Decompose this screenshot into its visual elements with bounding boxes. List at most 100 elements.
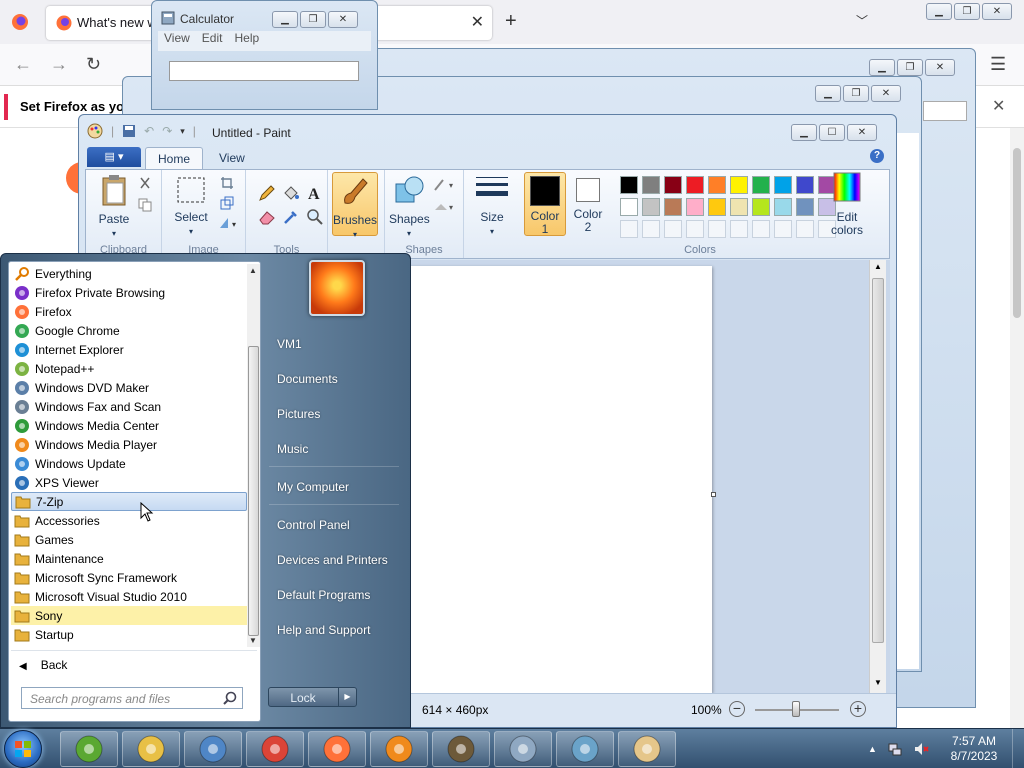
zoom-slider-knob[interactable] xyxy=(792,701,800,717)
taskbar-button[interactable] xyxy=(60,731,118,767)
edit-colors-button[interactable]: Edit colors xyxy=(824,172,870,237)
back-button[interactable]: ◀ Back xyxy=(19,658,67,672)
color-swatch[interactable] xyxy=(642,176,660,194)
custom-color-slot[interactable] xyxy=(752,220,770,238)
taskbar-button[interactable] xyxy=(122,731,180,767)
outline-icon[interactable]: ▾ xyxy=(433,178,459,192)
minimize-icon[interactable]: ▁ xyxy=(926,3,952,20)
color-swatch[interactable] xyxy=(686,176,704,194)
fill-icon[interactable]: ▾ xyxy=(433,200,459,214)
cut-icon[interactable] xyxy=(138,176,152,190)
program-item[interactable]: Windows Update xyxy=(11,454,247,473)
custom-color-slot[interactable] xyxy=(642,220,660,238)
color-swatch[interactable] xyxy=(620,198,638,216)
zoom-out-icon[interactable]: − xyxy=(729,701,745,717)
tab-view[interactable]: View xyxy=(207,147,257,169)
program-item[interactable]: Microsoft Sync Framework xyxy=(11,568,247,587)
canvas-resize-handle[interactable] xyxy=(711,492,716,497)
menu-view[interactable]: View xyxy=(164,31,190,51)
clock[interactable]: 7:57 AM 8/7/2023 xyxy=(944,734,1004,764)
program-item[interactable]: Accessories xyxy=(11,511,247,530)
color-swatch[interactable] xyxy=(708,198,726,216)
copy-icon[interactable] xyxy=(138,198,152,212)
customize-qat-icon[interactable]: ▾ xyxy=(180,126,185,137)
restore-icon[interactable]: ❐ xyxy=(897,59,923,76)
color-swatch[interactable] xyxy=(796,198,814,216)
close-icon[interactable]: ✕ xyxy=(982,3,1012,20)
program-item[interactable]: Google Chrome xyxy=(11,321,247,340)
firefox-menu-icon[interactable] xyxy=(11,13,29,31)
custom-color-slot[interactable] xyxy=(686,220,704,238)
close-icon[interactable]: ✕ xyxy=(871,85,901,102)
program-item[interactable]: Firefox Private Browsing xyxy=(11,283,247,302)
lock-button[interactable]: Lock ▶ xyxy=(268,687,357,707)
color-swatch[interactable] xyxy=(752,198,770,216)
start-right-item[interactable]: Control Panel xyxy=(277,518,350,532)
program-item[interactable]: XPS Viewer xyxy=(11,473,247,492)
restore-icon[interactable]: ❐ xyxy=(843,85,869,102)
color-swatch[interactable] xyxy=(664,198,682,216)
text-tool-icon[interactable]: A xyxy=(306,184,324,202)
program-item[interactable]: Windows Media Player xyxy=(11,435,247,454)
color-swatch[interactable] xyxy=(686,198,704,216)
maximize-icon[interactable]: ☐ xyxy=(819,124,845,141)
fill-bucket-icon[interactable] xyxy=(282,184,300,202)
minimize-icon[interactable]: ▁ xyxy=(272,11,298,28)
color-picker-icon[interactable] xyxy=(282,208,300,226)
taskbar-button[interactable] xyxy=(246,731,304,767)
canvas-scroll-thumb[interactable] xyxy=(872,278,884,643)
search-input[interactable]: Search programs and files xyxy=(21,687,243,709)
program-item[interactable]: Windows DVD Maker xyxy=(11,378,247,397)
color1-button[interactable]: Color 1 xyxy=(524,172,566,236)
taskbar-button[interactable] xyxy=(432,731,490,767)
save-icon[interactable] xyxy=(122,124,136,138)
taskbar-button[interactable] xyxy=(184,731,242,767)
scroll-up-icon[interactable]: ▲ xyxy=(874,262,882,271)
hamburger-menu-icon[interactable]: ☰ xyxy=(990,54,1006,75)
programs-scrollbar[interactable]: ▲ ▼ xyxy=(247,264,260,647)
minimize-icon[interactable]: ▁ xyxy=(791,124,817,141)
program-item[interactable]: Windows Fax and Scan xyxy=(11,397,247,416)
start-button[interactable] xyxy=(4,730,42,768)
menu-help[interactable]: Help xyxy=(234,31,259,51)
forward-icon[interactable]: → xyxy=(50,54,68,75)
size-button[interactable]: Size ▾ xyxy=(472,174,512,238)
tab-close-icon[interactable]: ✕ xyxy=(471,12,484,32)
user-avatar[interactable] xyxy=(309,260,365,316)
taskbar-button[interactable] xyxy=(618,731,676,767)
show-desktop-button[interactable] xyxy=(1012,729,1024,768)
scroll-down-icon[interactable]: ▼ xyxy=(874,678,882,687)
start-right-item[interactable]: VM1 xyxy=(277,337,302,351)
rotate-icon[interactable]: ▾ xyxy=(218,216,240,230)
select-button[interactable]: Select ▾ xyxy=(170,176,212,238)
scroll-down-icon[interactable]: ▼ xyxy=(249,636,257,645)
program-item[interactable]: Microsoft Visual Studio 2010 xyxy=(11,587,247,606)
custom-color-slot[interactable] xyxy=(708,220,726,238)
firefox-scroll-thumb[interactable] xyxy=(1013,148,1021,318)
close-icon[interactable]: ✕ xyxy=(328,11,358,28)
pencil-icon[interactable] xyxy=(258,184,276,202)
brushes-button[interactable]: Brushes ▾ xyxy=(332,172,378,239)
program-item[interactable]: Everything xyxy=(11,264,247,283)
color-swatch[interactable] xyxy=(774,198,792,216)
menu-edit[interactable]: Edit xyxy=(202,31,223,51)
taskbar-button[interactable] xyxy=(370,731,428,767)
start-right-item[interactable]: Pictures xyxy=(277,407,320,421)
undo-icon[interactable]: ↶ xyxy=(144,124,154,138)
restore-icon[interactable]: ❐ xyxy=(954,3,980,20)
resize-icon[interactable] xyxy=(220,196,234,210)
color-swatch[interactable] xyxy=(752,176,770,194)
custom-color-slot[interactable] xyxy=(664,220,682,238)
color-swatch[interactable] xyxy=(774,176,792,194)
new-tab-icon[interactable]: + xyxy=(505,10,517,33)
custom-color-slot[interactable] xyxy=(730,220,748,238)
program-item[interactable]: Sony xyxy=(11,606,247,625)
program-item[interactable]: Games xyxy=(11,530,247,549)
paint-menu-button[interactable]: ▤ ▾ xyxy=(87,147,141,167)
programs-scroll-thumb[interactable] xyxy=(248,346,259,636)
taskbar-button[interactable] xyxy=(308,731,366,767)
back-icon[interactable]: ← xyxy=(14,54,32,75)
canvas-scrollbar[interactable]: ▲ ▼ xyxy=(869,260,886,693)
color-swatch[interactable] xyxy=(730,176,748,194)
background-search-box[interactable] xyxy=(923,101,967,121)
